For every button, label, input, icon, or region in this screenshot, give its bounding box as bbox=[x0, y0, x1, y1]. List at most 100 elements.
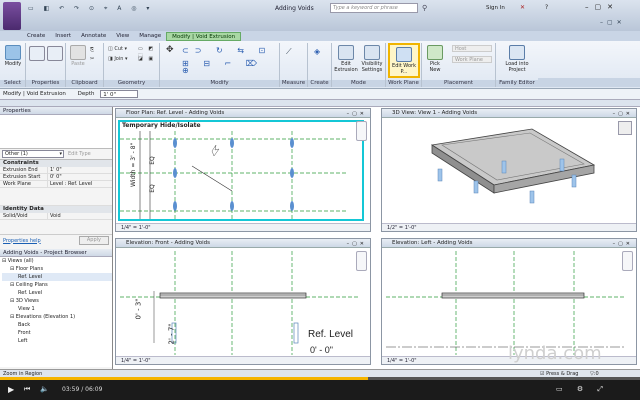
app-logo-icon[interactable] bbox=[3, 2, 21, 30]
window-controls[interactable]: –▢✕ bbox=[585, 3, 619, 11]
modify-tools-row2[interactable]: ⊞ ⊟ ⌐ ⌦ ⊕ bbox=[182, 60, 279, 75]
category-identity-data[interactable]: Identity Data bbox=[0, 206, 112, 213]
ribbon-filler bbox=[538, 78, 640, 87]
navigation-bar[interactable] bbox=[622, 251, 633, 271]
edit-extrusion-button[interactable]: Edit Extrusion bbox=[334, 45, 358, 73]
property-value[interactable]: Void bbox=[48, 213, 61, 219]
sign-in-link[interactable]: Sign In bbox=[486, 5, 505, 11]
panel-family-editor: Load into Project Family Editor bbox=[496, 43, 538, 87]
browser-tree-item[interactable]: ⊟ Elevations (Elevation 1) bbox=[2, 313, 112, 321]
pick-new-button[interactable]: Pick New bbox=[424, 45, 446, 73]
browser-tree-item[interactable]: ⊟ 3D Views bbox=[2, 297, 112, 305]
property-value[interactable]: 0' 0" bbox=[48, 174, 62, 180]
geometry-tools[interactable]: ▭ ◩ ⬚ bbox=[138, 46, 159, 59]
depth-input[interactable]: 1' 0" bbox=[100, 89, 139, 98]
help-icon[interactable]: ? bbox=[545, 4, 548, 11]
browser-tree-item[interactable]: View 1 bbox=[2, 305, 112, 313]
volume-icon[interactable]: 🔈 bbox=[40, 385, 49, 393]
quick-access-toolbar[interactable]: ▭ ◧ ↶ ↷ ⊙ ⌖ A ◎ ▾ bbox=[28, 5, 178, 14]
type-properties-button[interactable] bbox=[47, 46, 63, 62]
view-window-controls[interactable]: –▢✕ bbox=[347, 240, 367, 249]
binoculars-icon[interactable]: ⚲ bbox=[422, 4, 427, 12]
navigation-bar[interactable] bbox=[356, 121, 367, 141]
copy-icon[interactable]: ⎘ bbox=[90, 47, 94, 54]
view-window-controls[interactable]: –▢✕ bbox=[347, 110, 367, 119]
tab-create[interactable]: Create bbox=[22, 32, 50, 41]
property-value[interactable]: Level : Ref. Level bbox=[48, 181, 92, 187]
chevron-down-icon: ▾ bbox=[59, 151, 62, 157]
property-row[interactable]: Extrusion End 1' 0" bbox=[0, 167, 112, 174]
view-3d[interactable]: 3D View: View 1 - Adding Voids –▢✕ 1/2" =… bbox=[381, 108, 637, 232]
property-row[interactable]: Extrusion Start 0' 0" bbox=[0, 174, 112, 181]
panel-placement: Pick New Host Work Plane Placement bbox=[422, 43, 496, 87]
browser-tree-item[interactable]: Left bbox=[2, 337, 112, 345]
edit-work-plane-button[interactable]: Edit Work P... bbox=[388, 43, 420, 78]
play-icon[interactable]: ▶ bbox=[8, 385, 14, 394]
status-bar: Zoom in Region ☑ Press & Drag ▽:0 bbox=[0, 369, 640, 377]
edit-type-button[interactable]: Edit Type bbox=[68, 151, 91, 157]
modify-tools-row1[interactable]: ⊂⊃ ↻ ⇆ ⊡ bbox=[182, 47, 271, 55]
rewind-icon[interactable]: ⏮ bbox=[24, 385, 30, 394]
view-window-controls[interactable]: –▢✕ bbox=[613, 240, 633, 249]
player-controls-right[interactable]: ▭ ⚙ ⤢ bbox=[556, 385, 609, 394]
visibility-settings-button[interactable]: Visibility Settings bbox=[359, 45, 385, 73]
tab-insert[interactable]: Insert bbox=[50, 32, 76, 41]
paste-button[interactable]: Paste bbox=[69, 45, 87, 67]
panel-modify: ✥ ⊂⊃ ↻ ⇆ ⊡ ⊞ ⊟ ⌐ ⌦ ⊕ Modify bbox=[160, 43, 280, 87]
browser-tree-item[interactable]: ⊟ Ceiling Plans bbox=[2, 281, 112, 289]
ribbon: Modify Select Properties Paste ⎘ ✂ Clipb… bbox=[0, 41, 640, 89]
geometry-tools-2[interactable]: ◪ ▣ bbox=[138, 56, 155, 63]
exchange-icon[interactable]: ✕ bbox=[520, 4, 525, 11]
view-control-bar[interactable]: 1/2" = 1'-0" bbox=[382, 223, 636, 231]
doc-controls[interactable]: –▢✕ bbox=[600, 19, 626, 26]
left-elevation-drawing bbox=[386, 251, 626, 355]
identity-rows: Solid/Void Void bbox=[0, 213, 112, 220]
work-plane-button[interactable]: Work Plane bbox=[452, 56, 492, 63]
properties-help-link[interactable]: Properties help bbox=[3, 238, 41, 244]
tab-manage[interactable]: Manage bbox=[134, 32, 166, 41]
load-into-project-button[interactable]: Load into Project bbox=[499, 45, 535, 73]
tab-view[interactable]: View bbox=[111, 32, 134, 41]
view-control-bar[interactable]: 1/4" = 1'-0" bbox=[116, 356, 370, 364]
properties-header: Properties bbox=[0, 107, 112, 115]
width-dimension: Width = 3' - 8" bbox=[130, 142, 137, 187]
view-floor-plan[interactable]: Floor Plan: Ref. Level - Adding Voids –▢✕… bbox=[115, 108, 371, 232]
host-button[interactable]: Host bbox=[452, 45, 492, 52]
browser-tree-item[interactable]: ⊟ Floor Plans bbox=[2, 265, 112, 273]
type-properties-icon bbox=[47, 46, 63, 61]
view-window-controls[interactable]: –▢✕ bbox=[613, 110, 633, 119]
type-selector-dropdown[interactable]: Other (1) ▾ bbox=[2, 150, 64, 158]
load-into-project-icon bbox=[509, 45, 525, 60]
cut-button[interactable]: ◫ Cut ▾ bbox=[108, 46, 127, 53]
view-control-bar[interactable]: 1/4" = 1'-0" bbox=[116, 223, 370, 231]
property-row[interactable]: Solid/Void Void bbox=[0, 213, 112, 220]
panel-clipboard: Paste ⎘ ✂ Clipboard bbox=[66, 43, 104, 87]
browser-tree-item[interactable]: ⊟ Views (all) bbox=[2, 257, 112, 265]
temp-hide-isolate-banner: Temporary Hide/Isolate bbox=[120, 122, 203, 129]
browser-tree-item[interactable]: Ref. Level bbox=[2, 273, 112, 281]
move-icon[interactable]: ✥ bbox=[166, 46, 174, 55]
tab-modify-void-extrusion[interactable]: Modify | Void Extrusion bbox=[166, 31, 242, 41]
eq-label-bottom: EQ bbox=[148, 184, 156, 193]
work-plane-icon bbox=[396, 47, 412, 62]
view-cube[interactable] bbox=[618, 121, 632, 135]
join-button[interactable]: ◨ Join ▾ bbox=[108, 56, 128, 63]
search-input[interactable]: Type a keyword or phrase bbox=[330, 3, 418, 13]
browser-tree-item[interactable]: Ref. Level bbox=[2, 289, 112, 297]
category-constraints[interactable]: Constraints bbox=[0, 160, 112, 167]
measure-icon[interactable]: ⟋ bbox=[286, 48, 292, 56]
property-key: Extrusion End bbox=[0, 167, 48, 173]
property-value[interactable]: 1' 0" bbox=[48, 167, 62, 173]
browser-tree-item[interactable]: Front bbox=[2, 329, 112, 337]
navigation-bar[interactable] bbox=[356, 251, 367, 271]
create-icon[interactable]: ◈ bbox=[314, 48, 320, 56]
view-title-floor-plan: Floor Plan: Ref. Level - Adding Voids –▢✕ bbox=[116, 109, 370, 118]
browser-tree-item[interactable]: Back bbox=[2, 321, 112, 329]
apply-button[interactable]: Apply bbox=[78, 236, 109, 245]
panel-measure: ⟋ Measure bbox=[280, 43, 308, 87]
properties-button[interactable] bbox=[29, 46, 45, 62]
cut-clip-icon[interactable]: ✂ bbox=[90, 56, 94, 63]
modify-button[interactable]: Modify bbox=[2, 45, 24, 67]
property-row[interactable]: Work Plane Level : Ref. Level bbox=[0, 181, 112, 188]
tab-annotate[interactable]: Annotate bbox=[76, 32, 111, 41]
